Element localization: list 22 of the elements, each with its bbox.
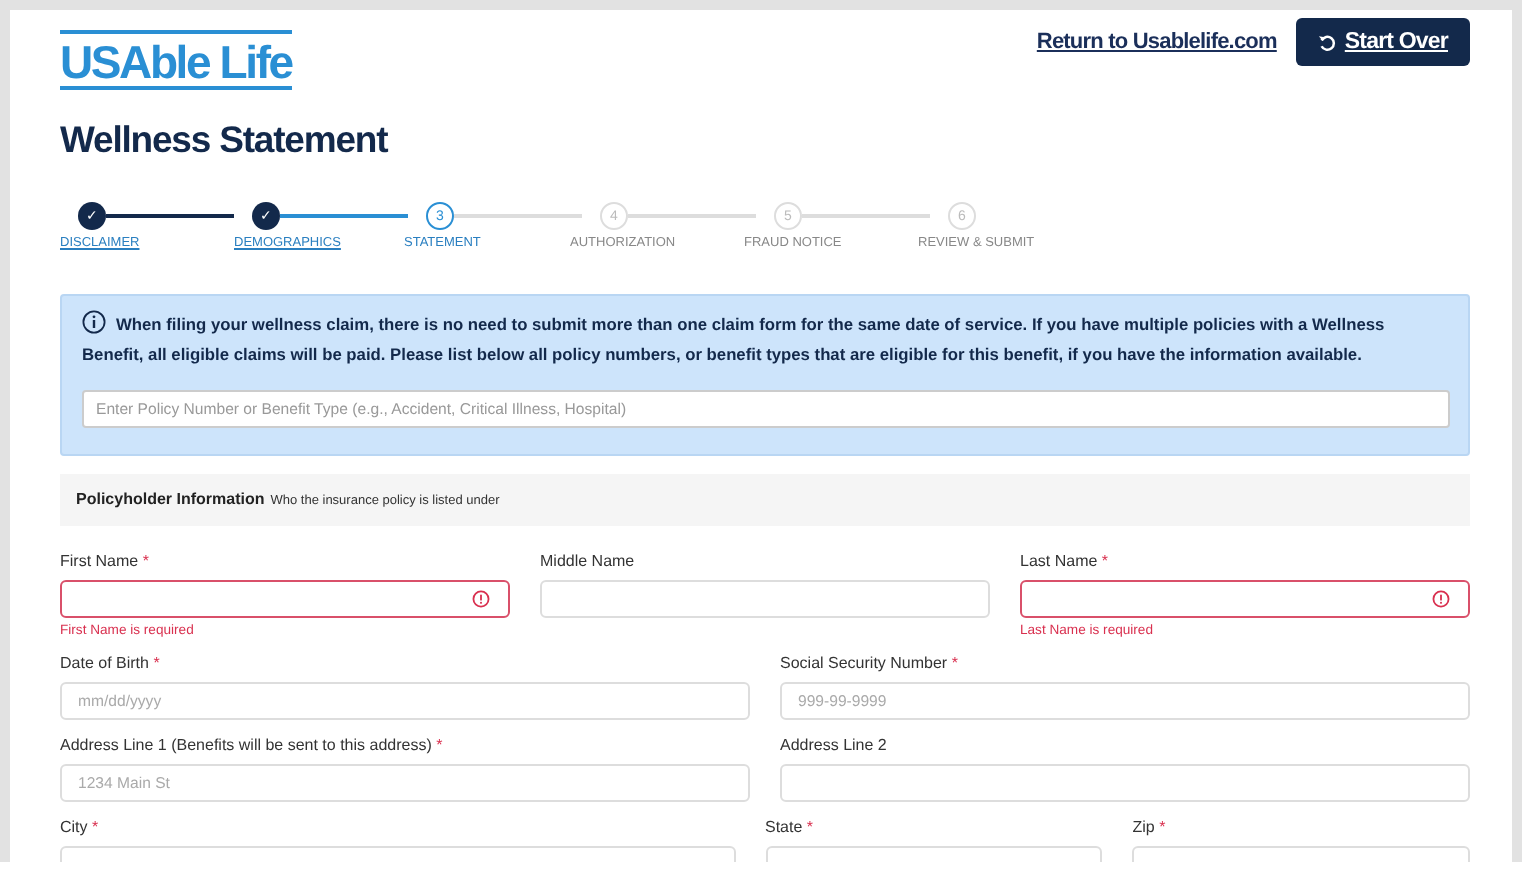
- section-title: Policyholder Information: [76, 490, 265, 508]
- field-label: Address Line 1 (Benefits will be sent to this address) *: [60, 736, 445, 754]
- page-title: Wellness Statement: [60, 118, 390, 162]
- field-label: Social Security Number *: [780, 654, 960, 672]
- field-label: Middle Name: [540, 552, 637, 570]
- notice-text: When filing your wellness claim, there is no need to submit more than one claim form for the same date of service. If you have multiple policies with a Wellness Benefit, all eligible claims will be paid. Please list below all policy numbers, or benefit types that are eligible for this benefit, if you have the information available.: [82, 310, 1387, 368]
- field-label: State *: [765, 818, 816, 836]
- field-label: Last Name *: [1020, 552, 1111, 570]
- usable-life-logo: USAble Life: [60, 30, 292, 90]
- info-icon: [82, 310, 106, 334]
- field-label: First Name *: [60, 552, 151, 570]
- error-icon: [472, 590, 490, 608]
- return-link[interactable]: Return to Usablelife.com: [1036, 30, 1277, 54]
- input-field[interactable]: [60, 580, 510, 618]
- undo-icon: [1318, 33, 1337, 51]
- field-label: Zip *: [1132, 818, 1168, 836]
- error-icon: [1432, 590, 1450, 608]
- field-label: City *: [60, 818, 101, 836]
- input-field[interactable]: [1020, 580, 1470, 618]
- field-label: Address Line 2: [780, 736, 889, 754]
- field-label: Date of Birth *: [60, 654, 162, 672]
- start-over-button[interactable]: Start Over: [1296, 18, 1470, 66]
